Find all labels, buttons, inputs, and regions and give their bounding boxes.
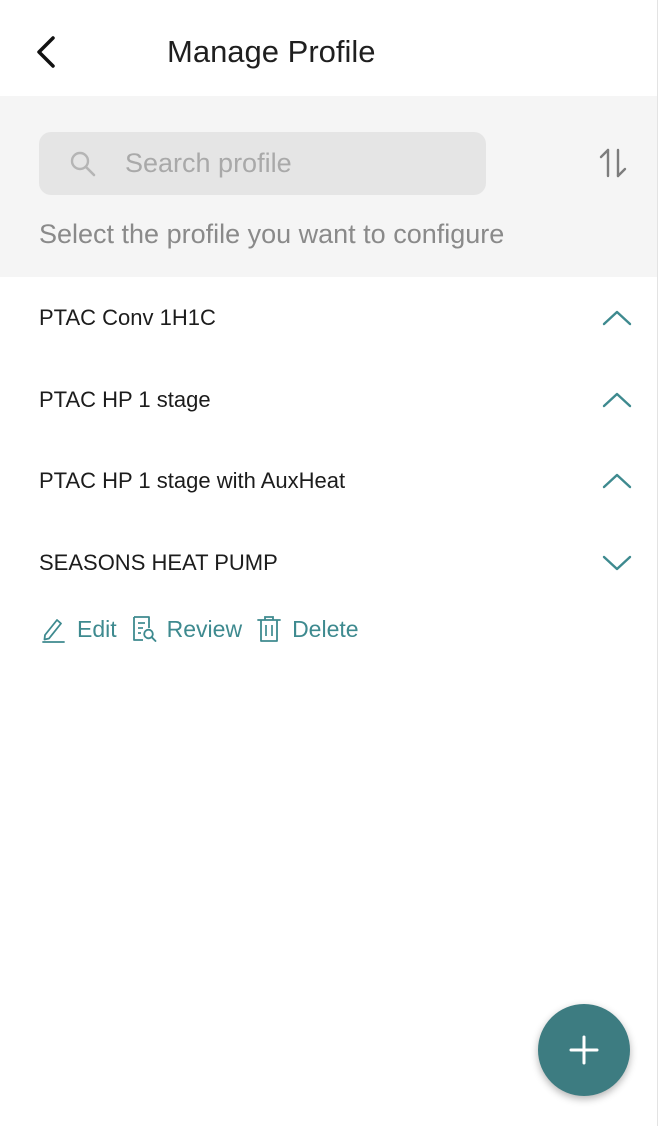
chevron-up-icon [602,473,632,489]
chevron-down-icon [602,555,632,571]
profile-row[interactable]: SEASONS HEAT PUMP [0,522,657,604]
profile-name: PTAC HP 1 stage [39,387,211,412]
review-document-icon [132,616,157,642]
delete-button[interactable]: Delete [256,615,359,643]
search-box[interactable] [39,132,486,195]
chevron-up-icon [602,310,632,326]
sort-button[interactable] [594,144,634,184]
back-button[interactable] [26,30,66,74]
review-button[interactable]: Review [131,615,242,643]
review-label: Review [166,615,243,642]
profile-row[interactable]: PTAC HP 1 stage with AuxHeat [0,440,657,522]
back-arrow-icon [37,36,55,68]
chevron-up-icon [602,392,632,408]
sort-icon [599,148,627,178]
add-profile-button[interactable] [538,1004,630,1096]
trash-icon [257,616,281,642]
manage-profile-screen: Manage Profile Select the profile you wa… [0,0,658,1126]
profile-name: SEASONS HEAT PUMP [39,550,278,575]
instruction-text: Select the profile you want to configure [39,219,505,249]
delete-label: Delete [292,615,359,642]
profile-name: PTAC Conv 1H1C [39,305,216,330]
edit-label: Edit [77,615,117,642]
search-icon [70,151,96,177]
search-input[interactable] [125,132,465,195]
plus-icon [569,1035,599,1065]
profile-row[interactable]: PTAC Conv 1H1C [0,277,657,359]
page-title: Manage Profile [167,34,376,69]
profile-name: PTAC HP 1 stage with AuxHeat [39,468,346,493]
profile-row[interactable]: PTAC HP 1 stage [0,359,657,441]
edit-button[interactable]: Edit [39,615,117,643]
search-section: Select the profile you want to configure [0,96,657,277]
app-header: Manage Profile [0,0,657,96]
pencil-icon [42,619,65,643]
profile-actions: Edit Review Delete [39,607,373,651]
